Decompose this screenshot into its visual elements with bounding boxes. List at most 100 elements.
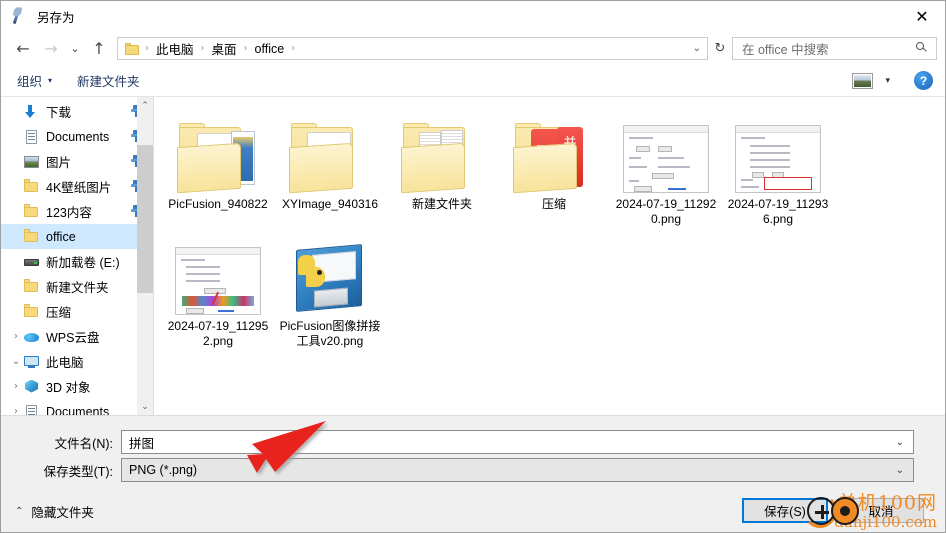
chevron-right-icon: › (9, 256, 23, 267)
folder-icon (23, 278, 41, 295)
file-item[interactable]: PicFusion_940822 (162, 105, 274, 227)
sidebar-item-label: 新加载卷 (E:) (46, 256, 120, 270)
sidebar-item-12[interactable]: › Documents (1, 399, 153, 415)
file-item[interactable]: 2024-07-19_112952.png (162, 227, 274, 349)
sidebar-item-11[interactable]: › 3D 对象 (1, 374, 153, 399)
screenshot-2-icon (730, 109, 826, 193)
cube-icon (23, 379, 41, 395)
sidebar-item-1[interactable]: › Documents (1, 124, 153, 149)
screenshot-3-icon (170, 231, 266, 315)
sidebar-item-7[interactable]: › 新建文件夹 (1, 274, 153, 299)
breadcrumb-separator: › (243, 43, 248, 54)
sidebar-scrollbar[interactable]: ⌃ ⌄ (137, 97, 153, 415)
save-button[interactable]: 保存(S) (742, 498, 828, 523)
file-item[interactable]: 2024-07-19_112920.png (610, 105, 722, 227)
chevron-down-icon[interactable]: ⌄ (693, 43, 701, 54)
file-item-label: 新建文件夹 (411, 197, 472, 211)
toolbar-right-group: ▾ ? (852, 71, 933, 90)
chevron-right-icon: › (9, 306, 23, 317)
sidebar-item-label: 新建文件夹 (46, 281, 109, 295)
folder-gear-icon (282, 109, 378, 194)
new-folder-button[interactable]: 新建文件夹 (77, 71, 140, 90)
breadcrumb-item-0[interactable]: 此电脑 (154, 39, 196, 58)
hide-folders-toggle[interactable]: ⌃ 隐藏文件夹 (15, 502, 94, 521)
filename-label: 文件名(N): (54, 436, 113, 451)
dialog-footer: ⌃ 隐藏文件夹 保存(S) 取消 (1, 489, 945, 532)
scrollbar-thumb[interactable] (137, 145, 153, 293)
up-button[interactable]: ↑ (85, 35, 113, 63)
folder-icon (125, 42, 140, 55)
search-placeholder: 在 office 中搜索 (742, 43, 829, 57)
filename-row: 文件名(N): 拼图 ⌄ (1, 430, 914, 454)
search-input[interactable]: 在 office 中搜索 (732, 37, 937, 60)
sidebar-item-10[interactable]: ⌄ 此电脑 (1, 349, 153, 374)
file-item[interactable]: 新建文件夹 (386, 105, 498, 227)
screenshot-1-icon (618, 109, 714, 193)
file-item[interactable]: PicFusion图像拼接工具v20.png (274, 227, 386, 349)
file-item[interactable]: XYImage_940316 (274, 105, 386, 227)
folder-icon (23, 303, 41, 320)
folder-gear-picture-icon (170, 109, 266, 194)
sidebar-item-3[interactable]: › 4K壁纸图片 (1, 174, 153, 199)
breadcrumb-item-1[interactable]: 桌面 (210, 39, 239, 58)
back-button[interactable]: ← (9, 35, 37, 63)
dialog-body: › 下载 › Documents › 图片 › 4K壁纸图片 › 123内容 › office › 新加载… (1, 97, 945, 415)
filename-input[interactable]: 拼图 ⌄ (121, 430, 914, 454)
filetype-value: PNG (*.png) (129, 463, 198, 477)
save-as-dialog: 另存为 ✕ ← → ⌄ ↑ › 此电脑 › 桌面 › office › ⌄ ↻ … (0, 0, 946, 533)
scroll-up-icon[interactable]: ⌃ (137, 97, 153, 114)
file-item-label: PicFusion图像拼接工具v20.png (279, 319, 381, 348)
sidebar-item-label: 下载 (46, 106, 72, 120)
filetype-select[interactable]: PNG (*.png) ⌄ (121, 458, 914, 482)
sidebar-item-label: WPS云盘 (46, 331, 100, 345)
chevron-right-icon: › (9, 281, 23, 292)
file-item-label: 2024-07-19_112952.png (167, 319, 269, 348)
search-icon (916, 42, 928, 54)
chevron-right-icon[interactable]: › (9, 381, 23, 392)
cancel-button[interactable]: 取消 (838, 498, 924, 523)
file-grid: PicFusion_940822XYImage_940316新建文件夹并箱压缩2… (154, 97, 945, 349)
sidebar-item-label: Documents (46, 404, 110, 416)
view-mode-icon[interactable] (852, 72, 874, 89)
chevron-down-icon[interactable]: ▾ (885, 76, 890, 86)
file-item[interactable]: 并箱压缩 (498, 105, 610, 227)
window-title: 另存为 (37, 11, 75, 25)
chevron-down-icon[interactable]: ⌄ (896, 465, 904, 476)
sidebar-item-2[interactable]: › 图片 (1, 149, 153, 174)
navigation-bar: ← → ⌄ ↑ › 此电脑 › 桌面 › office › ⌄ ↻ 在 offi… (1, 32, 945, 65)
sidebar-item-5[interactable]: › office (1, 224, 153, 249)
file-item-label: XYImage_940316 (281, 197, 379, 211)
chevron-down-icon[interactable]: ⌄ (896, 437, 904, 448)
refresh-button[interactable]: ↻ (708, 35, 732, 63)
breadcrumb-item-2[interactable]: office (253, 42, 287, 56)
help-button[interactable]: ? (914, 71, 933, 90)
breadcrumb-separator: › (291, 43, 296, 54)
filetype-label: 保存类型(T): (43, 464, 113, 479)
sidebar-item-9[interactable]: › WPS云盘 (1, 324, 153, 349)
address-bar[interactable]: › 此电脑 › 桌面 › office › ⌄ (117, 37, 708, 60)
pc-icon (23, 354, 41, 370)
sidebar-item-0[interactable]: › 下载 (1, 99, 153, 124)
hide-folders-label: 隐藏文件夹 (31, 506, 94, 520)
document-icon (23, 129, 41, 145)
chevron-right-icon[interactable]: › (9, 406, 23, 415)
chevron-down-icon: ▾ (48, 76, 53, 85)
sidebar-item-label: 123内容 (46, 206, 92, 220)
sidebar-item-8[interactable]: › 压缩 (1, 299, 153, 324)
sidebar-item-6[interactable]: › 新加载卷 (E:) (1, 249, 153, 274)
chevron-right-icon[interactable]: › (9, 331, 23, 342)
scroll-down-icon[interactable]: ⌄ (137, 398, 153, 415)
folder-icon (23, 203, 41, 220)
filename-value: 拼图 (129, 436, 155, 451)
file-item-label: 2024-07-19_112920.png (615, 197, 717, 226)
file-item[interactable]: 2024-07-19_112936.png (722, 105, 834, 227)
folder-red-archive-icon: 并箱 (506, 109, 602, 194)
close-icon[interactable]: ✕ (899, 1, 945, 32)
forward-button[interactable]: → (37, 35, 65, 63)
file-list-pane[interactable]: PicFusion_940822XYImage_940316新建文件夹并箱压缩2… (154, 97, 945, 415)
chevron-down-icon[interactable]: ⌄ (9, 356, 23, 367)
recent-locations-button[interactable]: ⌄ (65, 35, 85, 63)
sidebar-item-4[interactable]: › 123内容 (1, 199, 153, 224)
organize-button[interactable]: 组织 ▾ (17, 71, 52, 90)
chevron-right-icon: › (9, 231, 23, 242)
